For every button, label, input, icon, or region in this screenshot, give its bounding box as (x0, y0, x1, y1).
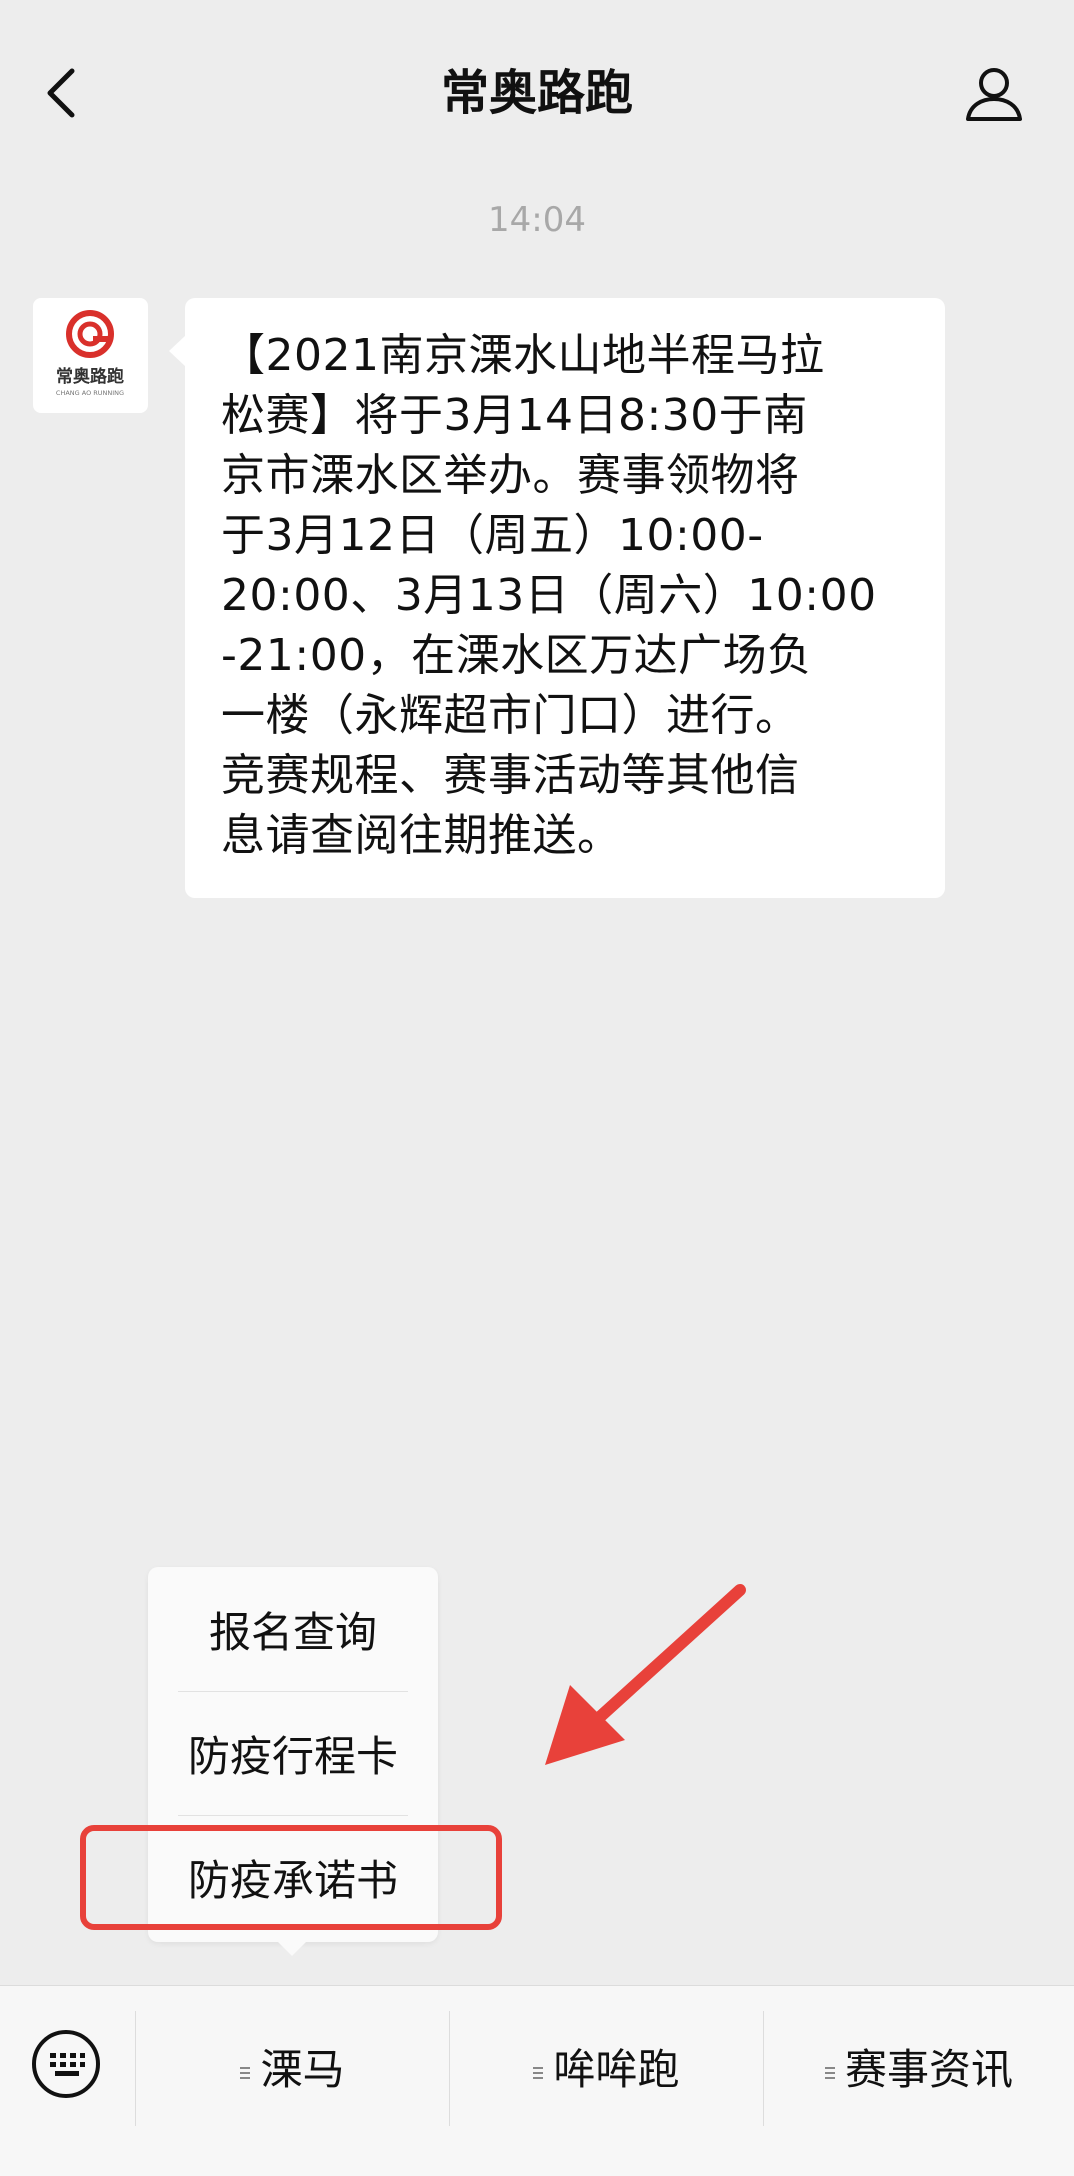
message-line: 息请查阅往期推送。 (221, 810, 622, 861)
chat-header: 常奥路跑 (0, 0, 1074, 190)
avatar-label: 常奥路跑 (56, 366, 124, 387)
message-line: 京市溧水区举办。赛事领物将 (221, 450, 800, 501)
red-arrow-annotation (545, 1584, 746, 1765)
message-line: 20:00、3月13日（周六）10:00 (221, 570, 877, 621)
message-line: 竞赛规程、赛事活动等其他信 (221, 750, 800, 801)
keyboard-toggle-button[interactable] (30, 2028, 102, 2100)
keyboard-icon (30, 2030, 102, 2104)
message-bubble[interactable]: 【2021南京溧水山地半程马拉 松赛】将于3月14日8:30于南 京市溧水区举办… (185, 298, 945, 898)
message-timestamp: 14:04 (488, 200, 586, 240)
profile-button[interactable] (954, 55, 1034, 135)
menu-button-moumou-run[interactable]: 哞哞跑 (450, 2016, 763, 2116)
menu-lines-icon (533, 2042, 545, 2091)
bubble-tail (169, 335, 186, 367)
message-line: 松赛】将于3月14日8:30于南 (221, 390, 808, 441)
submenu-item-registration-query[interactable]: 报名查询 (148, 1567, 438, 1691)
menu-button-label: 哞哞跑 (553, 2044, 680, 2094)
message-line: 一楼（永辉超市门口）进行。 (221, 690, 800, 741)
account-avatar[interactable]: 常奥路跑 CHANG AO RUNNING (33, 298, 148, 413)
menu-lines-icon (240, 2042, 252, 2091)
menu-button-label: 赛事资讯 (844, 2044, 1013, 2094)
menu-button-event-news[interactable]: 赛事资讯 (764, 2016, 1074, 2116)
person-icon (962, 61, 1026, 129)
popup-tail (278, 1942, 306, 1956)
submenu-item-travel-card[interactable]: 防疫行程卡 (148, 1691, 438, 1815)
bottom-menu-bar: 溧马 哞哞跑 赛事资讯 (0, 1985, 1074, 2176)
page-title: 常奥路跑 (440, 65, 633, 121)
avatar-sublabel: CHANG AO RUNNING (56, 389, 124, 397)
highlight-annotation (80, 1825, 502, 1930)
message-line: -21:00，在溧水区万达广场负 (221, 630, 812, 681)
menu-button-label: 溧马 (260, 2044, 345, 2094)
menu-button-lima[interactable]: 溧马 (136, 2016, 449, 2116)
message-line: 【2021南京溧水山地半程马拉 (221, 330, 825, 381)
brand-logo: 常奥路跑 CHANG AO RUNNING (56, 310, 124, 397)
message-line: 于3月12日（周五）10:00- (221, 510, 764, 561)
menu-lines-icon (824, 2042, 837, 2091)
